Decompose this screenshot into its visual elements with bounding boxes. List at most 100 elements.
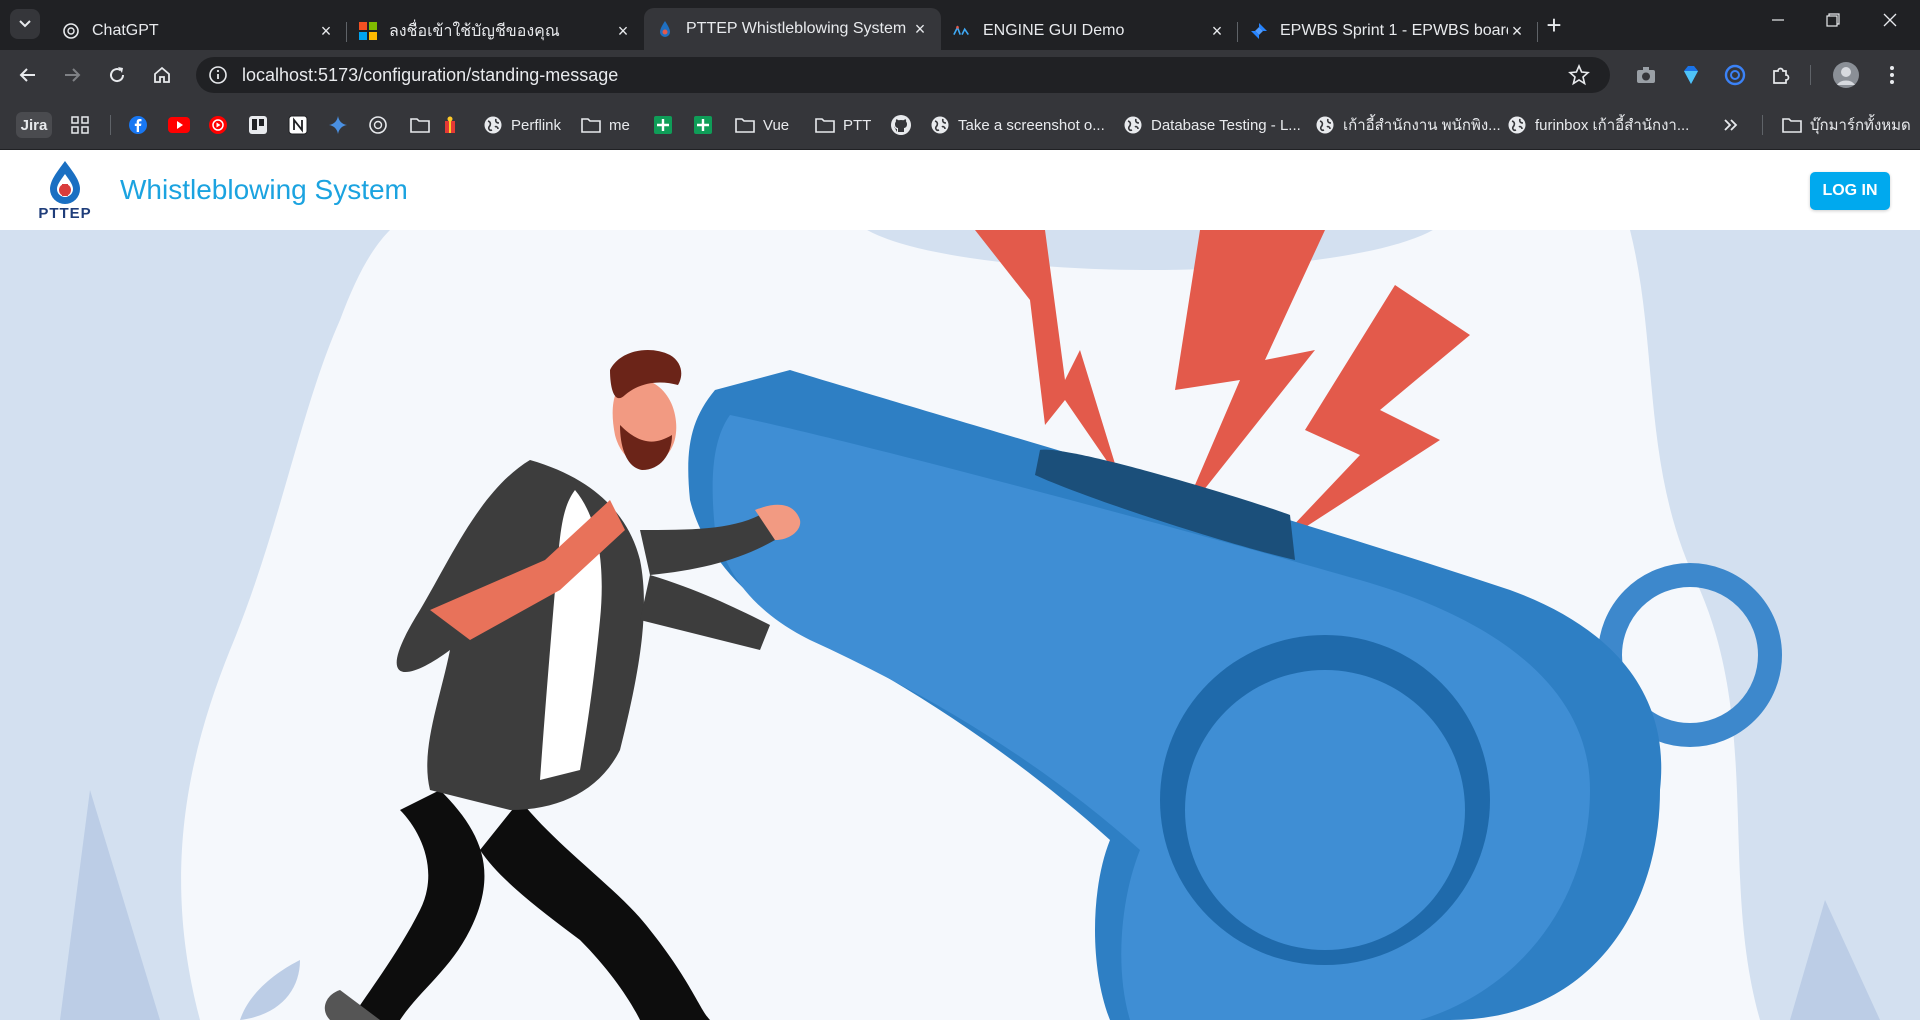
tab-title: PTTEP Whistleblowing System [686,20,907,37]
more-menu-icon[interactable] [1880,63,1904,87]
google-sheets-icon[interactable] [653,114,673,136]
app-title: Whistleblowing System [120,174,408,205]
all-bookmarks-folder[interactable]: บุ๊กมาร์กทั้งหมด [1782,114,1911,136]
new-tab-button[interactable]: + [1540,12,1568,38]
close-icon[interactable]: × [1508,22,1526,40]
folder-icon [1782,115,1802,135]
bookmark-me[interactable]: me [581,114,630,136]
bookmark-ptt[interactable]: PTT [815,114,871,136]
bookmarks-bar: Jira Perflink me Vue PTT Take a screensh… [0,100,1920,150]
login-button[interactable]: LOG IN [1810,172,1890,210]
tab-engine-gui[interactable]: ENGINE GUI Demo × [941,12,1238,50]
tab-chatgpt[interactable]: ChatGPT × [50,12,347,50]
puzzle-extensions-icon[interactable] [1769,63,1793,87]
home-icon [154,66,170,83]
bookmark-database-testing[interactable]: Database Testing - L... [1123,114,1301,136]
google-sheets-icon[interactable] [693,114,713,136]
facebook-icon[interactable] [128,114,148,136]
youtube-icon[interactable] [168,114,190,136]
tab-search-button[interactable] [10,9,40,39]
camera-extension-icon[interactable] [1634,63,1658,87]
folder-icon [581,115,601,135]
bookmark-label: me [609,116,630,134]
more-bookmarks-icon[interactable] [1723,114,1739,136]
folder-icon [735,115,755,135]
notion-icon[interactable] [288,114,308,136]
globe-icon [1123,115,1143,135]
app-header: PTTEP Whistleblowing System LOG IN [0,150,1920,230]
restore-icon [1826,13,1840,27]
bookmark-label: Vue [763,116,790,134]
site-info-icon[interactable] [208,65,228,90]
circle-extension-icon[interactable] [1723,63,1747,87]
github-icon[interactable] [890,114,912,136]
globe-icon [483,115,503,135]
bookmark-furinbox[interactable]: furinbox เก้าอี้สำนักงา... [1507,114,1689,136]
microsoft-icon [359,22,377,40]
gift-icon[interactable] [443,114,457,136]
trello-icon[interactable] [248,114,268,136]
globe-icon [1507,115,1527,135]
close-icon[interactable]: × [614,22,632,40]
home-button[interactable] [150,63,174,87]
restore-button[interactable] [1813,10,1853,33]
bookmark-label: PTT [843,116,872,134]
close-icon[interactable]: × [1208,22,1226,40]
browser-toolbar: localhost:5173/configuration/standing-me… [0,50,1920,100]
diamond-extension-icon[interactable] [1679,63,1703,87]
youtube-music-icon[interactable] [208,114,228,136]
bookmark-jira[interactable]: Jira [16,112,52,138]
bookmark-label: Database Testing - L... [1151,116,1301,134]
close-icon[interactable]: × [317,22,335,40]
minimize-button[interactable] [1758,10,1798,33]
tab-epwbs-sprint[interactable]: EPWBS Sprint 1 - EPWBS board × [1238,12,1538,50]
globe-icon [1315,115,1335,135]
close-icon[interactable]: × [911,20,929,38]
folder-bookmark[interactable] [410,114,438,136]
url-text: localhost:5173/configuration/standing-me… [242,65,619,85]
whistleblower-hero-illustration [0,230,1920,1020]
engine-icon [953,22,971,40]
address-bar[interactable]: localhost:5173/configuration/standing-me… [196,57,1610,93]
arrow-right-icon [65,68,81,82]
tab-title: ChatGPT [92,22,159,39]
browser-chrome: ChatGPT × ลงชื่อเข้าใช้บัญชีของคุณ × PTT… [0,0,1920,150]
gemini-icon[interactable] [328,114,348,136]
tab-title: EPWBS Sprint 1 - EPWBS board [1280,22,1508,39]
bookmark-label: เก้าอี้สำนักงาน พนักพิง... [1343,117,1501,134]
logo-text: PTTEP [38,205,92,222]
tab-pttep-whistleblowing[interactable]: PTTEP Whistleblowing System × [644,8,941,50]
bookmark-label: furinbox เก้าอี้สำนักงา... [1535,117,1690,134]
folder-icon [410,115,430,135]
apps-grid-icon[interactable] [70,114,90,136]
minimize-icon [1772,19,1784,21]
bookmark-label: Perflink [511,116,562,134]
chatgpt-icon [62,22,80,40]
reload-icon [110,67,125,83]
arrow-left-icon [19,68,35,82]
reload-button[interactable] [105,63,129,87]
tab-title: ENGINE GUI Demo [983,22,1125,39]
chatgpt-icon[interactable] [368,114,388,136]
bookmark-office-chair[interactable]: เก้าอี้สำนักงาน พนักพิง... [1315,114,1501,136]
bookmark-vue[interactable]: Vue [735,114,789,136]
tab-strip: ChatGPT × ลงชื่อเข้าใช้บัญชีของคุณ × PTT… [0,0,1920,50]
bookmark-perflink[interactable]: Perflink [483,114,561,136]
forward-button[interactable] [60,63,84,87]
profile-avatar-icon[interactable] [1832,61,1860,89]
bookmark-star-icon[interactable] [1568,63,1590,91]
tab-microsoft-login[interactable]: ลงชื่อเข้าใช้บัญชีของคุณ × [347,12,644,50]
pttep-flame-icon [50,161,80,204]
close-icon [1883,13,1897,27]
jira-icon [1250,22,1268,40]
bookmark-screenshot[interactable]: Take a screenshot o... [930,114,1105,136]
tab-title: ลงชื่อเข้าใช้บัญชีของคุณ [389,22,560,40]
folder-icon [815,115,835,135]
close-window-button[interactable] [1870,10,1910,33]
bookmark-label: Take a screenshot o... [958,116,1105,134]
globe-icon [930,115,950,135]
pttep-icon [656,20,674,38]
back-button[interactable] [16,63,40,87]
bookmark-label: บุ๊กมาร์กทั้งหมด [1810,117,1911,134]
chevron-down-icon [19,20,31,28]
